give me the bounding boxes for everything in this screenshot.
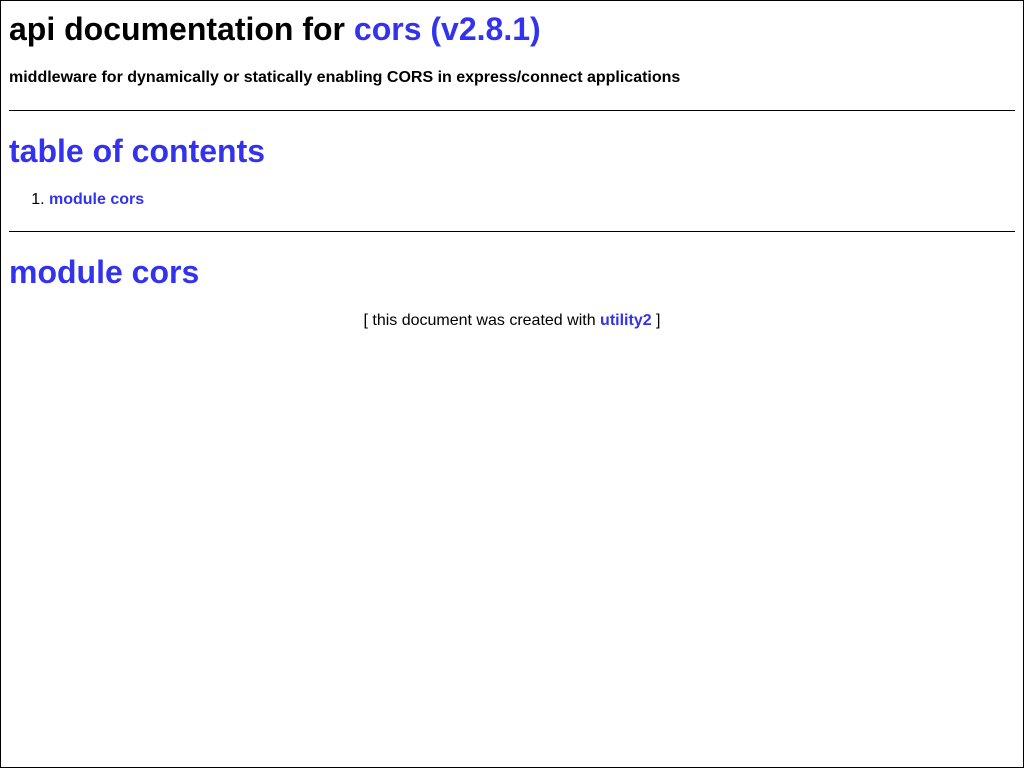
document-page: api documentation for cors (v2.8.1) midd… [0,0,1024,768]
footer-suffix: ] [651,312,661,329]
module-heading: module cors [9,254,1015,290]
package-description: middleware for dynamically or statically… [9,69,681,86]
page-title-prefix: api documentation for [9,11,354,47]
toc-heading: table of contents [9,133,1015,169]
footer-prefix: [ this document was created with [363,312,601,329]
toc-list: module cors [9,191,1015,209]
package-link[interactable]: cors (v2.8.1) [354,11,541,47]
footer: [ this document was created with utility… [9,312,1015,330]
utility2-link[interactable]: utility2 [600,312,652,329]
divider [9,110,1015,111]
toc-heading-link[interactable]: table of contents [9,133,265,169]
toc-item-link-module-cors[interactable]: module cors [49,191,144,208]
module-heading-link[interactable]: module cors [9,254,199,290]
page-title: api documentation for cors (v2.8.1) [9,1,1015,47]
toc-item: module cors [49,191,1015,209]
divider [9,231,1015,232]
